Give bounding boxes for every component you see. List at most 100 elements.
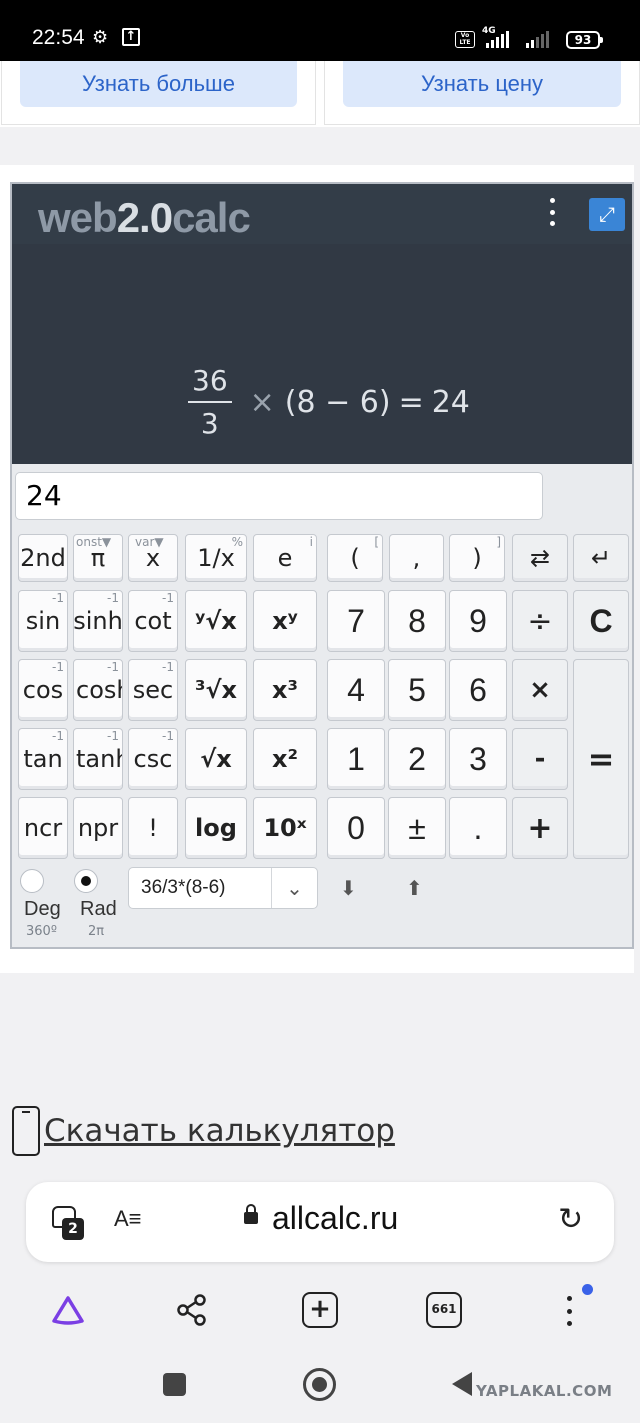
key-divide[interactable]: ÷ [512,590,568,652]
key-npr[interactable]: npr [73,797,123,859]
key-sup: var▼ [135,535,164,549]
tabs-button[interactable]: 661 [424,1290,464,1330]
chevron-down-icon[interactable]: ⌄ [271,868,317,908]
key-tan[interactable]: -1 tan [18,728,68,790]
upload-icon: ↑ [122,28,140,46]
new-tab-button[interactable]: + [300,1290,340,1330]
key-x-cubed[interactable]: x³ [253,659,317,721]
reload-icon[interactable]: ↻ [558,1202,583,1237]
key-5[interactable]: 5 [388,659,446,721]
key-label: cosh [76,676,122,704]
key-cosh[interactable]: -1 cosh [73,659,123,721]
key-label: tanh [76,745,122,773]
home-icon[interactable] [303,1368,336,1401]
key-label: ↵ [590,544,612,572]
address-bar[interactable]: 2 A≡ allcalc.ru ↻ [26,1182,614,1262]
key-label: 9 [469,602,487,639]
alice-icon[interactable] [50,1294,86,1326]
tabs-group-icon[interactable]: 2 [52,1204,84,1240]
swap-icon[interactable]: ⇄ [512,534,568,582]
key-label: 10ˣ [263,814,307,842]
key-cube-root[interactable]: ³√x [185,659,247,721]
key-label: ( [350,544,360,572]
fraction-denominator: 3 [200,407,219,440]
back-icon[interactable] [452,1372,472,1396]
key-clear[interactable]: C [573,590,629,652]
key-sin[interactable]: -1 sin [18,590,68,652]
key-label: ncr [23,814,63,842]
key-6[interactable]: 6 [449,659,507,721]
key-sup: [ [374,535,379,549]
key-cos[interactable]: -1 cos [18,659,68,721]
key-sqrt[interactable]: √x [185,728,247,790]
url-text[interactable]: allcalc.ru [272,1200,398,1237]
key-label: sin [25,607,61,635]
key-plus[interactable]: + [512,797,568,859]
key-reciprocal[interactable]: % 1/x [185,534,247,582]
key-sup: -1 [107,660,119,674]
key-8[interactable]: 8 [388,590,446,652]
learn-more-button[interactable]: Узнать больше [20,61,297,107]
key-sinh[interactable]: -1 sinh [73,590,123,652]
menu-icon[interactable] [564,1296,574,1326]
signal-icon-2 [526,30,549,48]
key-label: ʸ√x [195,607,237,635]
backspace-icon[interactable]: ↵ [573,534,629,582]
key-pi[interactable]: onst▼ π [73,534,123,582]
more-options-icon[interactable] [540,198,564,226]
key-log[interactable]: log [185,797,247,859]
key-4[interactable]: 4 [327,659,385,721]
find-price-button[interactable]: Узнать цену [343,61,621,107]
share-icon[interactable] [172,1290,212,1330]
key-left-paren[interactable]: [( [327,534,383,582]
download-calculator-link[interactable]: Скачать калькулятор [44,1113,395,1149]
arrow-up-icon[interactable]: ⬆ [406,876,423,900]
key-csc[interactable]: -1 csc [128,728,178,790]
key-label: ÷ [527,603,553,639]
key-tanh[interactable]: -1 tanh [73,728,123,790]
key-x[interactable]: var▼ x [128,534,178,582]
key-equals[interactable]: = [573,659,629,859]
key-decimal[interactable]: . [449,797,507,859]
recent-apps-icon[interactable] [163,1373,186,1396]
history-select[interactable]: 36/3*(8-6) ⌄ [128,867,318,909]
key-ten-pow-x[interactable]: 10ˣ [253,797,317,859]
key-sup: -1 [162,729,174,743]
key-2nd[interactable]: 2nd [18,534,68,582]
key-sup: -1 [162,660,174,674]
key-2[interactable]: 2 [388,728,446,790]
key-comma[interactable]: , [389,534,444,582]
expand-icon[interactable]: ⤢ [589,198,625,231]
key-1[interactable]: 1 [327,728,385,790]
key-plus-minus[interactable]: ± [388,797,446,859]
browser-toolbar: + 661 [0,1272,640,1352]
key-0[interactable]: 0 [327,797,385,859]
key-sec[interactable]: -1 sec [128,659,178,721]
deg-label: Deg [24,898,61,920]
key-cot[interactable]: -1 cot [128,590,178,652]
key-3[interactable]: 3 [449,728,507,790]
key-ncr[interactable]: ncr [18,797,68,859]
key-y-root[interactable]: ʸ√x [185,590,247,652]
key-label: C [589,602,613,639]
key-7[interactable]: 7 [327,590,385,652]
key-x-squared[interactable]: x² [253,728,317,790]
key-9[interactable]: 9 [449,590,507,652]
deg-radio[interactable] [20,869,44,893]
key-x-pow-y[interactable]: xʸ [253,590,317,652]
key-sup: -1 [162,591,174,605]
key-minus[interactable]: - [512,728,568,790]
rad-sub: 2π [88,924,105,939]
reader-mode-icon[interactable]: A≡ [114,1206,142,1232]
rad-radio[interactable] [74,869,98,893]
key-e[interactable]: ie [253,534,317,582]
arrow-down-icon[interactable]: ⬇ [340,876,357,900]
key-sup: % [231,535,243,549]
key-right-paren[interactable]: ]) [449,534,505,582]
key-factorial[interactable]: ! [128,797,178,859]
key-label: 1 [347,740,365,777]
key-label: log [195,814,237,842]
key-multiply[interactable]: × [512,659,568,721]
key-label: ³√x [195,676,237,704]
calculator-input[interactable]: 24 [15,472,543,520]
